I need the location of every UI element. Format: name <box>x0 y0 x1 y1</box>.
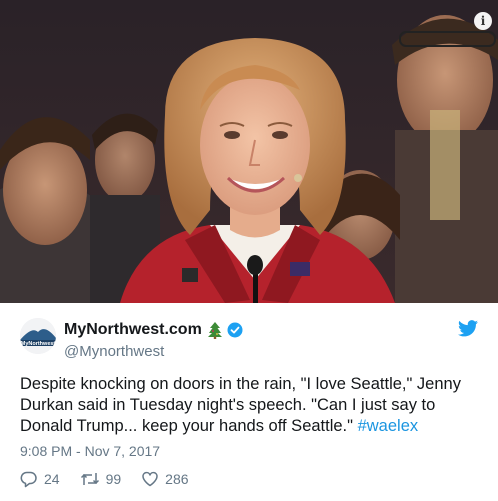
tree-icon <box>207 321 222 339</box>
speech-photo-illustration <box>0 0 498 303</box>
hashtag-link[interactable]: #waelex <box>358 417 419 435</box>
retweet-icon <box>80 473 99 485</box>
retweet-count: 99 <box>105 471 122 487</box>
author-handle[interactable]: @Mynorthwest <box>64 343 164 360</box>
info-icon[interactable]: i <box>474 12 492 30</box>
tweet-text: Despite knocking on doors in the rain, "… <box>20 374 485 437</box>
like-button[interactable]: 286 <box>141 470 189 488</box>
display-name[interactable]: MyNorthwest.com <box>64 321 202 339</box>
avatar[interactable]: MyNorthwest <box>20 318 56 354</box>
reply-count: 24 <box>44 471 60 487</box>
reply-icon <box>20 471 37 488</box>
mynorthwest-logo-icon: MyNorthwest <box>20 318 56 354</box>
tweet-actions: 24 99 286 <box>20 470 209 488</box>
reply-button[interactable]: 24 <box>20 470 60 488</box>
heart-icon <box>142 471 158 487</box>
verified-badge-icon <box>227 322 243 338</box>
tweet-photo[interactable]: i <box>0 0 498 303</box>
author-name-row: MyNorthwest.com <box>64 321 243 339</box>
twitter-bird-icon[interactable] <box>458 320 478 342</box>
avatar-logo-text: MyNorthwest <box>21 341 56 347</box>
like-count: 286 <box>165 471 189 487</box>
tweet-timestamp[interactable]: 9:08 PM - Nov 7, 2017 <box>20 443 160 459</box>
tweet-card: i MyNorthwest MyNorthwest.com @Mynorthwe… <box>0 0 498 501</box>
retweet-button[interactable]: 99 <box>80 470 122 488</box>
